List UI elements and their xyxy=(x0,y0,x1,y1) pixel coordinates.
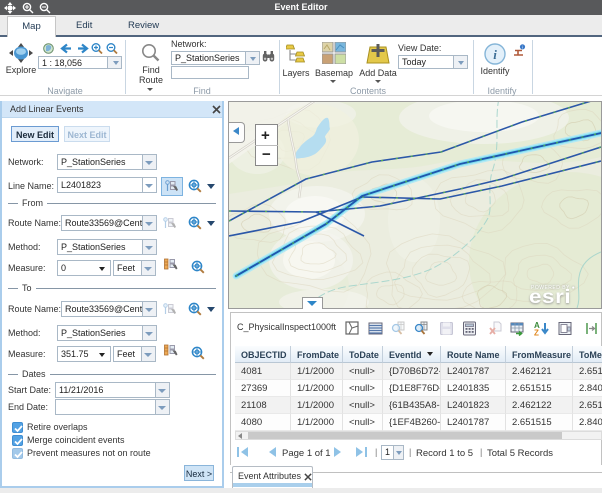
svg-text:Z: Z xyxy=(534,329,539,337)
svg-text:i: i xyxy=(493,47,497,62)
